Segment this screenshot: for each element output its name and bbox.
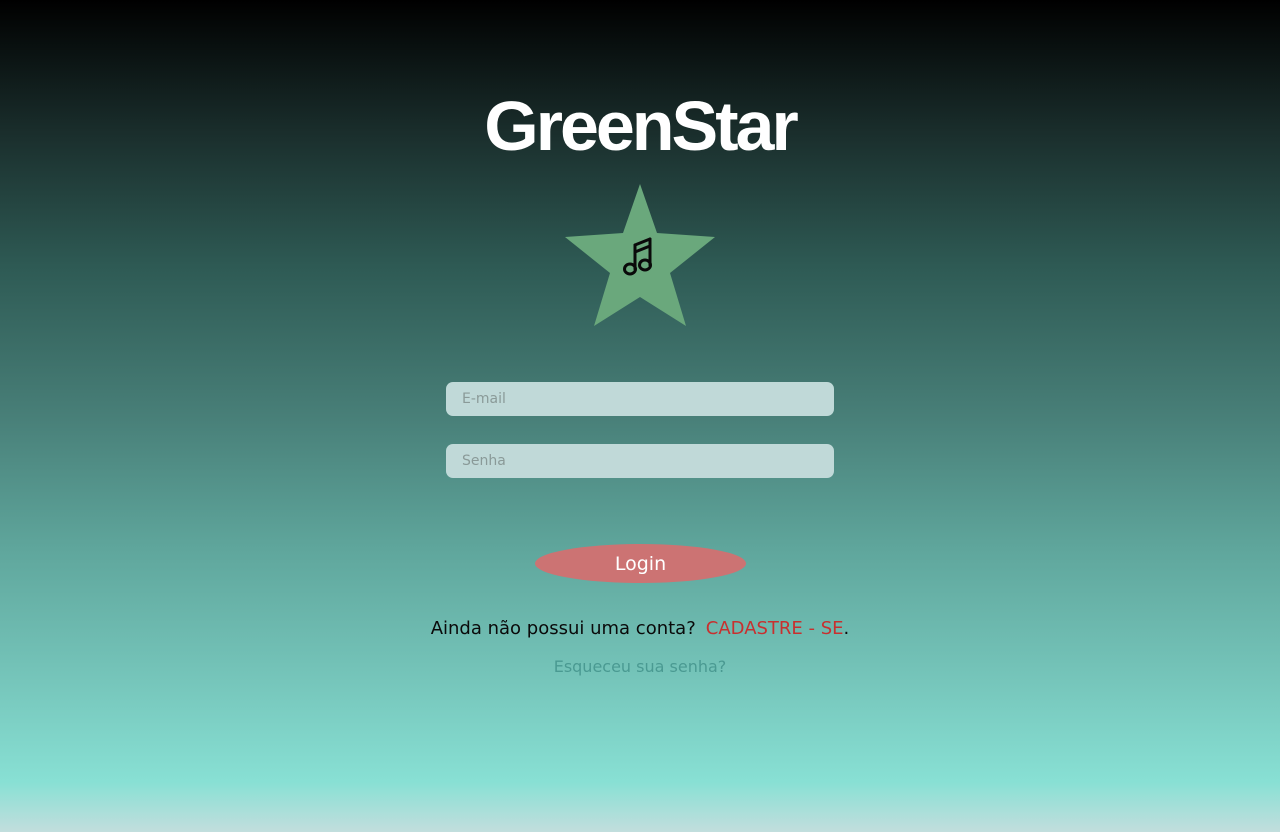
- email-field[interactable]: [446, 382, 834, 416]
- forgot-password-line: Esqueceu sua senha?: [0, 656, 1280, 678]
- signup-suffix: .: [843, 618, 850, 639]
- star-shape: [565, 184, 715, 326]
- brand-title: GreenStar: [484, 87, 798, 165]
- login-button[interactable]: Login: [535, 544, 746, 583]
- forgot-password-link[interactable]: Esqueceu sua senha?: [554, 657, 727, 676]
- signup-prompt-line: Ainda não possui uma conta? CADASTRE - SE…: [0, 617, 1280, 641]
- signup-link[interactable]: CADASTRE - SE: [706, 618, 844, 639]
- signup-prompt-text: Ainda não possui uma conta?: [430, 618, 696, 639]
- password-field[interactable]: [446, 444, 834, 478]
- star-logo: [565, 183, 715, 328]
